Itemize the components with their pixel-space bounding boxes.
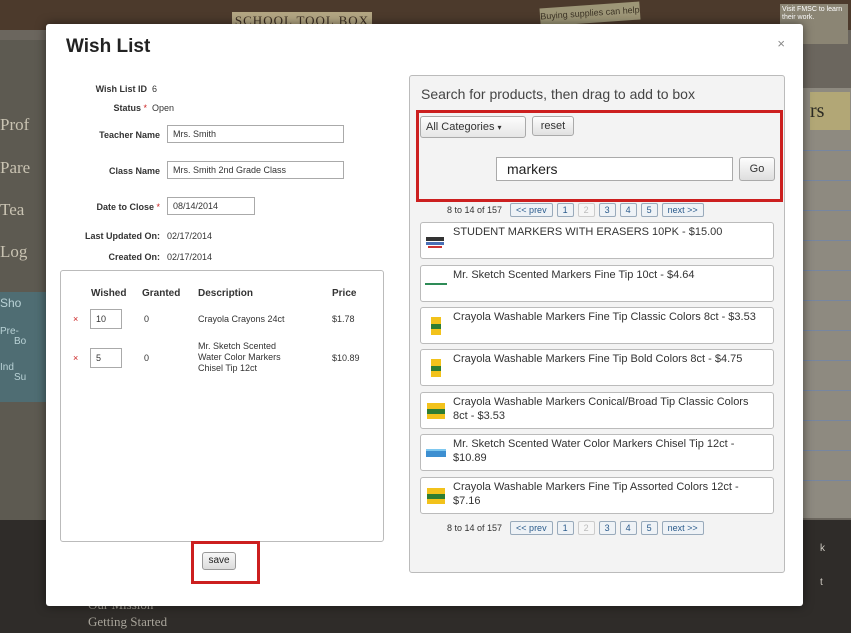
item-description: Mr. Sketch Scented Water Color Markers C…	[198, 341, 281, 373]
next-page-button[interactable]: next >>	[661, 203, 704, 217]
item-price: $1.78	[332, 314, 355, 324]
class-name-input[interactable]: Mrs. Smith 2nd Grade Class	[167, 161, 344, 179]
status-label-text: Status	[113, 103, 141, 113]
product-item[interactable]: STUDENT MARKERS WITH ERASERS 10PK - $15.…	[420, 222, 774, 259]
page-button-5[interactable]: 5	[640, 521, 658, 535]
required-mark: *	[143, 103, 147, 113]
status-label: Status *	[66, 103, 147, 113]
pager-top: 8 to 14 of 157 << prev 1 2 3 4 5 next >>	[447, 203, 704, 217]
column-header-wished: Wished	[91, 288, 127, 299]
background-nav-item: Tea	[0, 200, 25, 219]
product-name: Crayola Washable Markers Fine Tip Assort…	[453, 481, 739, 507]
product-item[interactable]: Mr. Sketch Scented Markers Fine Tip 10ct…	[420, 265, 774, 302]
marker-pack-icon	[426, 237, 444, 248]
wished-quantity-input[interactable]: 5	[90, 348, 122, 368]
column-header-price: Price	[332, 288, 357, 299]
teacher-name-label: Teacher Name	[99, 130, 160, 140]
modal-title: Wish List	[66, 36, 151, 57]
product-name: Crayola Washable Markers Conical/Broad T…	[453, 396, 749, 422]
date-to-close-label: Date to Close *	[66, 202, 160, 212]
search-highlight	[416, 110, 783, 202]
background-shortcut-text: Bo	[14, 336, 27, 347]
next-page-button[interactable]: next >>	[661, 521, 704, 535]
wish-list-modal: Wish List × Wish List ID 6 Status * Open…	[46, 24, 803, 606]
background-side-text: t	[820, 577, 823, 588]
created-on-value: 02/17/2014	[167, 252, 213, 262]
product-name: Mr. Sketch Scented Markers Fine Tip 10ct…	[453, 269, 695, 281]
last-updated-value: 02/17/2014	[167, 231, 213, 241]
product-name: Crayola Washable Markers Fine Tip Bold C…	[453, 353, 743, 365]
product-item[interactable]: Crayola Washable Markers Fine Tip Bold C…	[420, 349, 774, 386]
result-count: 8 to 14 of 157	[447, 205, 503, 215]
background-shortcut-text: Sho	[0, 296, 22, 310]
footer-link-getting-started[interactable]: Getting Started	[88, 614, 167, 630]
result-count: 8 to 14 of 157	[447, 523, 503, 533]
status-value: Open	[152, 103, 175, 113]
product-name: Mr. Sketch Scented Water Color Markers C…	[453, 438, 735, 464]
item-price: $10.89	[332, 353, 360, 363]
crayola-box-icon	[431, 359, 441, 377]
class-name-label: Class Name	[108, 166, 160, 176]
background-left-nav	[0, 40, 46, 520]
background-nav-item: Prof	[0, 115, 30, 134]
background-tag: rs	[810, 92, 850, 130]
page-button-3[interactable]: 3	[598, 521, 616, 535]
wish-items-box[interactable]: Wished Granted Description Price × 10 0 …	[60, 270, 384, 542]
product-item[interactable]: Crayola Washable Markers Fine Tip Assort…	[420, 477, 774, 514]
last-updated-label: Last Updated On:	[84, 231, 160, 241]
page-button-4[interactable]: 4	[619, 521, 637, 535]
prev-page-button[interactable]: << prev	[510, 521, 553, 535]
page-button-1[interactable]: 1	[556, 203, 574, 217]
column-header-granted: Granted	[142, 288, 181, 299]
search-heading: Search for products, then drag to add to…	[421, 86, 695, 102]
page-button-2: 2	[577, 521, 595, 535]
save-button-highlight	[191, 541, 260, 584]
page-button-1[interactable]: 1	[556, 521, 574, 535]
granted-quantity: 0	[144, 353, 150, 363]
wish-list-id-label: Wish List ID	[95, 84, 147, 94]
product-name: STUDENT MARKERS WITH ERASERS 10PK - $15.…	[453, 226, 723, 238]
crayola-box-wide-icon	[427, 488, 445, 504]
product-item[interactable]: Crayola Washable Markers Fine Tip Classi…	[420, 307, 774, 344]
required-mark: *	[156, 202, 160, 212]
marker-set-icon	[426, 449, 446, 457]
remove-item-icon[interactable]: ×	[73, 314, 78, 324]
page-button-3[interactable]: 3	[598, 203, 616, 217]
crayola-box-wide-icon	[427, 403, 445, 419]
item-description: Crayola Crayons 24ct	[198, 314, 285, 324]
created-on-label: Created On:	[108, 252, 160, 262]
product-item[interactable]: Crayola Washable Markers Conical/Broad T…	[420, 392, 774, 429]
close-icon[interactable]: ×	[777, 36, 785, 51]
background-nav-item: Pare	[0, 158, 31, 177]
date-to-close-label-text: Date to Close	[96, 202, 154, 212]
page-button-4[interactable]: 4	[619, 203, 637, 217]
background-nav-item: Log	[0, 242, 28, 261]
pager-bottom: 8 to 14 of 157 << prev 1 2 3 4 5 next >>	[447, 521, 704, 535]
date-to-close-input[interactable]: 08/14/2014	[167, 197, 255, 215]
wished-quantity-input[interactable]: 10	[90, 309, 122, 329]
crayola-box-icon	[431, 317, 441, 335]
wish-list-id-value: 6	[152, 84, 158, 94]
teacher-name-input[interactable]: Mrs. Smith	[167, 125, 344, 143]
page-button-5[interactable]: 5	[640, 203, 658, 217]
granted-quantity: 0	[144, 314, 150, 324]
background-side-text: k	[820, 543, 825, 554]
column-header-description: Description	[198, 288, 254, 299]
product-name: Crayola Washable Markers Fine Tip Classi…	[453, 311, 756, 323]
background-shortcut-text: Su	[14, 372, 27, 383]
page-button-2: 2	[577, 203, 595, 217]
remove-item-icon[interactable]: ×	[73, 353, 78, 363]
prev-page-button[interactable]: << prev	[510, 203, 553, 217]
marker-thin-icon	[425, 283, 447, 285]
background-shortcut-text: Ind	[0, 362, 14, 373]
product-item[interactable]: Mr. Sketch Scented Water Color Markers C…	[420, 434, 774, 471]
